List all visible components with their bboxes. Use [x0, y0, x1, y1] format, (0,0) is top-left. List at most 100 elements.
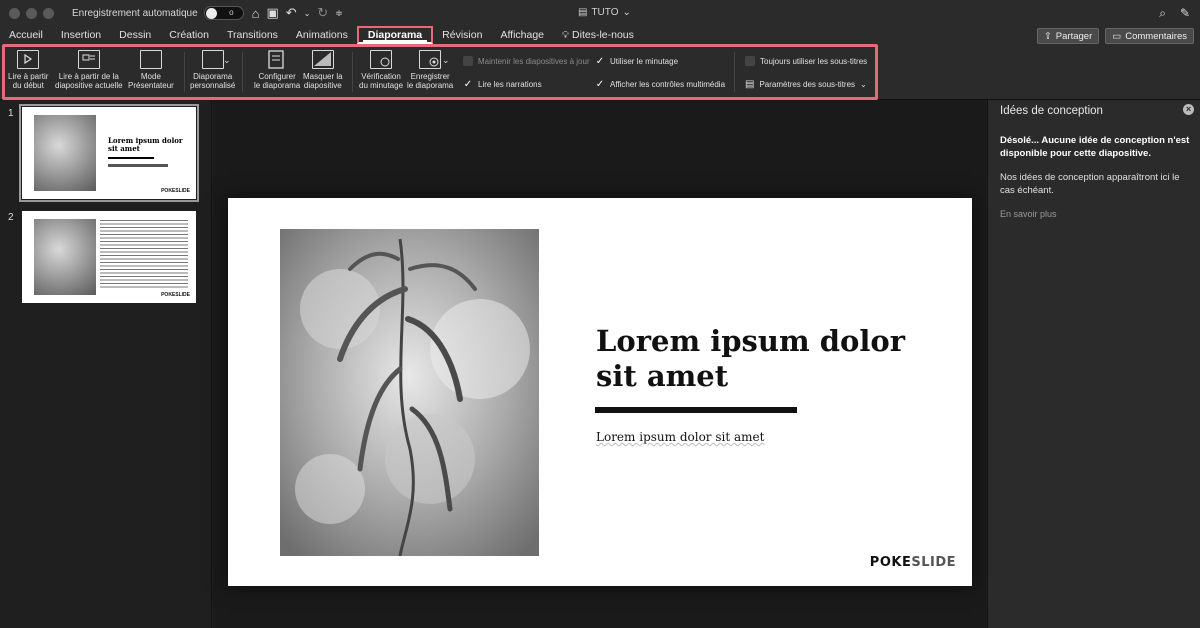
chevron-down-icon[interactable]: ⌄ [223, 55, 231, 66]
always-subtitles-label: Toujours utiliser les sous-titres [760, 56, 868, 66]
chevron-down-icon[interactable]: ⌄ [442, 55, 450, 66]
slide-thumbnail-2[interactable]: POKESLIDE [22, 211, 196, 303]
logo-part-a: POKE [869, 555, 912, 570]
play-from-current-label: Lire à partir de la diapositive actuelle [55, 72, 123, 90]
tab-accueil[interactable]: Accueil [0, 26, 52, 44]
slide-subtitle[interactable]: Lorem ipsum dolor sit amet [596, 430, 764, 444]
custom-show-label: Diaporama personnalisé [190, 72, 236, 90]
ribbon: Lire à partir du début Lire à partir de … [0, 44, 1200, 100]
ribbon-separator [184, 52, 185, 92]
checkmark-icon: ✓ [595, 55, 605, 67]
comment-icon: ▭ [1112, 30, 1122, 42]
checkmark-icon: ✓ [595, 78, 605, 90]
document-title: ▤ TUTO ⌄ [578, 7, 631, 18]
account-icon[interactable]: ✎ [1180, 6, 1190, 21]
tab-dessin[interactable]: Dessin [110, 26, 160, 44]
tab-diaporama[interactable]: Diaporama [356, 26, 434, 44]
keep-updated-label: Maintenir les diapositives à jour [478, 56, 590, 66]
comments-button[interactable]: ▭ Commentaires [1105, 28, 1194, 44]
chevron-down-icon[interactable]: ⌄ [623, 7, 631, 18]
redo-icon[interactable]: ↻ [317, 5, 328, 21]
tab-tell-me[interactable]: 💡︎ Dites-le-nous [553, 26, 643, 44]
tab-transitions[interactable]: Transitions [218, 26, 287, 44]
rehearse-icon [370, 50, 393, 69]
slide-thumbnail-1[interactable]: Lorem ipsum dolor sit amet POKESLIDE [19, 104, 199, 202]
checkbox-box [745, 56, 755, 66]
setup-show-button[interactable]: Configurer le diaporama [254, 50, 300, 90]
play-from-current-button[interactable]: Lire à partir de la diapositive actuelle [55, 50, 123, 90]
slide[interactable]: Lorem ipsum dolor sit amet Lorem ipsum d… [228, 198, 972, 586]
close-icon[interactable]: × [1183, 104, 1194, 115]
no-ideas-message: Désolé... Aucune idée de conception n'es… [1000, 135, 1190, 159]
checkbox-box [463, 56, 473, 66]
quick-access-toolbar: ⌂ ▣ ↶ ⌄ ↻ ≑ [252, 5, 343, 21]
show-media-controls-checkbox[interactable]: ✓ Afficher les contrôles multimédia [595, 78, 726, 90]
slide-divider [595, 407, 797, 413]
subtitle-settings-label: Paramètres des sous-titres [759, 80, 856, 89]
save-icon[interactable]: ▣ [266, 5, 278, 21]
share-label: Partager [1055, 30, 1093, 42]
chevron-down-icon[interactable]: ⌄ [304, 9, 311, 18]
document-icon: ▤ [578, 7, 588, 18]
autosave-toggle[interactable]: o [203, 6, 244, 20]
rehearse-timings-button[interactable]: Vérification du minutage [359, 50, 403, 90]
use-timings-checkbox[interactable]: ✓ Utiliser le minutage [595, 55, 679, 67]
rehearse-timings-label: Vérification du minutage [359, 72, 404, 90]
tab-affichage[interactable]: Affichage [491, 26, 553, 44]
toggle-state: o [229, 8, 234, 17]
titlebar-right: ⌕ ✎ [1159, 6, 1190, 21]
play-narrations-checkbox[interactable]: ✓ Lire les narrations [463, 78, 542, 90]
hide-slide-button[interactable]: Masquer la diapositive [303, 50, 343, 90]
window-controls [9, 7, 54, 19]
thumbnail-text-block [100, 219, 188, 289]
customize-toolbar-icon[interactable]: ≑ [335, 8, 343, 19]
play-from-start-label: Lire à partir du début [8, 72, 49, 90]
share-button[interactable]: ⇪ Partager [1036, 28, 1100, 44]
undo-icon[interactable]: ↶ [286, 5, 297, 21]
ribbon-separator [242, 52, 243, 92]
always-subtitles-checkbox[interactable]: Toujours utiliser les sous-titres [745, 56, 867, 66]
play-from-start-button[interactable]: Lire à partir du début [8, 50, 48, 90]
thumbnail-title: Lorem ipsum dolor sit amet [108, 136, 183, 153]
use-timings-label: Utiliser le minutage [610, 56, 679, 66]
ribbon-separator [352, 52, 353, 92]
subtitles-icon: ▤ [745, 79, 755, 90]
tab-animations[interactable]: Animations [287, 26, 357, 44]
record-show-label: Enregistrer le diaporama [407, 72, 454, 90]
presenter-mode-button[interactable]: Mode Présentateur [128, 50, 174, 90]
tell-me-label: Dites-le-nous [572, 29, 634, 41]
play-narrations-label: Lire les narrations [478, 79, 542, 89]
hide-slide-label: Masquer la diapositive [303, 72, 343, 90]
current-slide-icon [77, 50, 100, 69]
ribbon-separator [734, 52, 735, 92]
title-bar: Enregistrement automatique o ⌂ ▣ ↶ ⌄ ↻ ≑… [0, 0, 1200, 26]
tab-insertion[interactable]: Insertion [52, 26, 110, 44]
tab-revision[interactable]: Révision [433, 26, 491, 44]
show-media-controls-label: Afficher les contrôles multimédia [610, 79, 726, 89]
zoom-window-button[interactable] [43, 7, 54, 19]
setup-show-label: Configurer le diaporama [254, 72, 301, 90]
keep-updated-checkbox[interactable]: Maintenir les diapositives à jour [463, 56, 590, 66]
slide-canvas: Lorem ipsum dolor sit amet Lorem ipsum d… [213, 100, 986, 628]
hide-slide-icon [311, 50, 334, 69]
search-icon[interactable]: ⌕ [1159, 6, 1166, 21]
close-window-button[interactable] [9, 7, 20, 19]
checkmark-icon: ✓ [463, 78, 473, 90]
presenter-icon [139, 50, 162, 69]
ribbon-tabs: Accueil Insertion Dessin Création Transi… [0, 26, 1200, 44]
presenter-mode-label: Mode Présentateur [128, 72, 174, 90]
pane-title: Idées de conception [1000, 105, 1103, 117]
tab-creation[interactable]: Création [160, 26, 218, 44]
learn-more-link[interactable]: En savoir plus [1000, 209, 1057, 219]
slide-photo[interactable] [280, 229, 539, 556]
document-name: TUTO [591, 7, 619, 18]
share-icon: ⇪ [1043, 30, 1052, 42]
minimize-window-button[interactable] [26, 7, 37, 19]
toggle-knob [205, 8, 217, 19]
thumbnail-rule [108, 157, 154, 159]
lightbulb-icon: 💡︎ [562, 30, 570, 41]
subtitle-settings-dropdown[interactable]: ▤ Paramètres des sous-titres ⌄ [745, 79, 867, 90]
play-icon [17, 50, 40, 69]
slide-title[interactable]: Lorem ipsum dolor sit amet [596, 324, 936, 394]
home-icon[interactable]: ⌂ [252, 6, 260, 21]
